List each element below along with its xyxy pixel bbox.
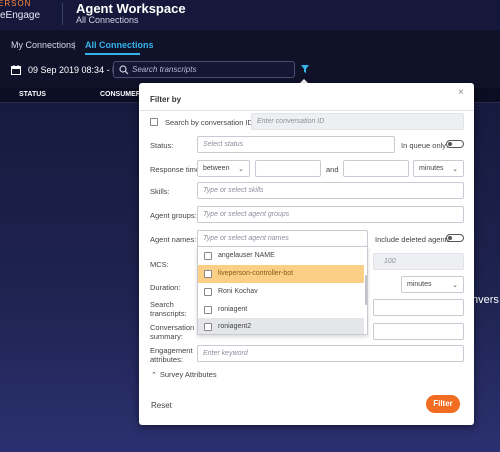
background-partial-text: nvers (472, 294, 499, 306)
search-by-id-checkbox[interactable] (150, 118, 158, 126)
agent-names-dropdown: angelauser NAME liveperson-controller-bo… (197, 246, 368, 335)
filter-title-divider (139, 110, 474, 111)
conversation-id-placeholder: Enter conversation ID (257, 118, 325, 125)
mcs-max-input[interactable]: 100 (373, 253, 464, 270)
conversation-summary-label-line2: summary: (150, 332, 183, 341)
conversation-id-input[interactable]: Enter conversation ID (251, 113, 464, 130)
logo-product-text: eEngage (0, 10, 41, 21)
engagement-attributes-label-line2: attributes: (150, 355, 183, 364)
duration-unit-value: minutes (407, 281, 432, 288)
skills-placeholder: Type or select skills (203, 187, 264, 194)
agent-option-label: Roni Kochav (218, 288, 258, 295)
transcript-search-input[interactable]: Search transcripts (113, 61, 295, 78)
apply-filter-button[interactable]: Filter (426, 395, 460, 413)
conversation-summary-label: Conversation summary: (150, 323, 194, 341)
search-icon (119, 65, 129, 75)
toggle-knob (448, 236, 452, 240)
include-deleted-toggle[interactable] (446, 234, 464, 242)
chevron-down-icon: ⌄ (452, 282, 458, 289)
tab-all-connections[interactable]: All Connections (85, 40, 154, 50)
agent-option[interactable]: Roni Kochav (198, 283, 364, 301)
response-time-unit-select[interactable]: minutes ⌄ (413, 160, 464, 177)
agent-option-checkbox[interactable] (204, 306, 212, 314)
skills-label: Skills: (150, 187, 170, 196)
agent-option-label: roniagent2 (218, 323, 252, 330)
status-select[interactable]: Select status (197, 136, 395, 153)
search-transcripts-input[interactable] (373, 299, 464, 316)
agent-option[interactable]: liveperson-controller-bot (198, 265, 364, 283)
in-queue-label: In queue only: (401, 141, 449, 150)
response-time-mode-value: between (203, 165, 230, 172)
search-transcripts-label: Search transcripts: (150, 300, 187, 318)
agent-option-label: angelauser NAME (218, 252, 275, 259)
agent-names-placeholder: Type or select agent names (203, 235, 289, 242)
engagement-attributes-placeholder: Enter keyword (203, 350, 248, 357)
mcs-label: MCS: (150, 260, 169, 269)
status-label: Status: (150, 141, 174, 150)
active-tab-indicator (85, 53, 140, 55)
agent-option[interactable]: roniagent (198, 301, 364, 319)
search-transcripts-label-line1: Search (150, 300, 174, 309)
chevron-down-icon: ⌄ (452, 166, 458, 173)
calendar-icon[interactable] (11, 65, 21, 75)
dropdown-scrollbar[interactable] (365, 275, 367, 305)
header-divider (62, 3, 63, 25)
search-by-id-label: Search by conversation ID: (165, 118, 256, 127)
filter-icon[interactable] (298, 62, 312, 76)
include-deleted-label: Include deleted agents (375, 235, 451, 244)
survey-attributes-label: Survey Attributes (159, 370, 217, 379)
conversation-summary-input[interactable] (373, 323, 464, 340)
agent-option-checkbox[interactable] (204, 323, 212, 331)
chevron-down-icon: ⌄ (238, 166, 244, 173)
tab-my-connections[interactable]: My Connections (11, 40, 76, 50)
status-placeholder: Select status (203, 141, 244, 148)
duration-label: Duration: (150, 283, 181, 292)
close-icon[interactable]: × (458, 87, 464, 98)
agent-option-checkbox[interactable] (204, 288, 212, 296)
reset-button[interactable]: Reset (151, 401, 172, 410)
engagement-attributes-input[interactable]: Enter keyword (197, 345, 464, 362)
response-time-label: Response time: (150, 165, 203, 174)
search-transcripts-label-line2: transcripts: (150, 309, 187, 318)
skills-input[interactable]: Type or select skills (197, 182, 464, 199)
engagement-attributes-label-line1: Engagement (150, 346, 193, 355)
conversation-summary-label-line1: Conversation (150, 323, 195, 332)
tab-separator: | (73, 40, 76, 50)
filter-panel-title: Filter by (150, 95, 182, 104)
agent-option[interactable]: angelauser NAME (198, 247, 364, 265)
column-header-status[interactable]: STATUS (19, 91, 46, 98)
agent-groups-input[interactable]: Type or select agent groups (197, 206, 464, 223)
toggle-knob (448, 142, 452, 146)
agent-names-label: Agent names: (150, 235, 197, 244)
chevron-up-icon: ⌃ (151, 372, 157, 379)
agent-option-label: liveperson-controller-bot (218, 270, 294, 277)
response-time-to-input[interactable] (343, 160, 409, 177)
agent-option-label: roniagent (218, 306, 248, 313)
logo-brand-text: ERSON (0, 0, 32, 8)
in-queue-toggle[interactable] (446, 140, 464, 148)
mcs-max-value: 100 (384, 258, 396, 265)
top-bar: ERSON eEngage Agent Workspace All Connec… (0, 0, 500, 30)
agent-option-checkbox[interactable] (204, 270, 212, 278)
liveperson-logo: ERSON eEngage (0, 0, 60, 30)
app-subtitle: All Connections (76, 15, 139, 25)
agent-names-input[interactable]: Type or select agent names (197, 230, 368, 247)
response-time-unit-value: minutes (419, 165, 444, 172)
response-time-mode-select[interactable]: between ⌄ (197, 160, 250, 177)
agent-groups-label: Agent groups: (150, 211, 197, 220)
duration-unit-select[interactable]: minutes ⌄ (401, 276, 464, 293)
app-title: Agent Workspace (76, 1, 186, 16)
survey-attributes-toggle[interactable]: ⌃ Survey Attributes (151, 370, 217, 379)
response-time-from-input[interactable] (255, 160, 321, 177)
search-placeholder: Search transcripts (132, 65, 197, 74)
agent-option[interactable]: roniagent2 (198, 318, 364, 334)
response-time-and-label: and (326, 165, 339, 174)
agent-option-checkbox[interactable] (204, 252, 212, 260)
agent-groups-placeholder: Type or select agent groups (203, 211, 290, 218)
engagement-attributes-label: Engagement attributes: (150, 346, 193, 364)
